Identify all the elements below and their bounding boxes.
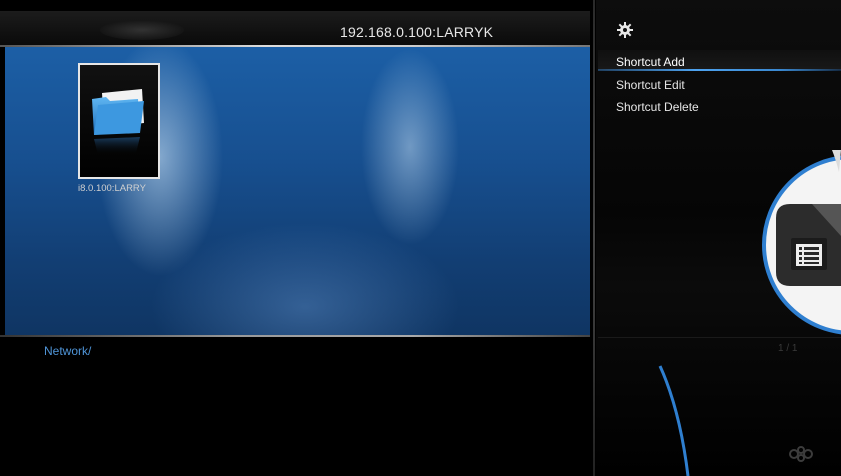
menu-selection-underline: [598, 69, 841, 71]
menu-item-shortcut-add[interactable]: Shortcut Add: [616, 55, 685, 69]
title-decoration: [100, 20, 184, 40]
menu-bottom-divider: [598, 337, 841, 338]
folder-tile[interactable]: [78, 63, 160, 179]
folder-icon: [92, 89, 144, 155]
path-label: Network/: [44, 344, 92, 358]
panel-divider: [0, 335, 590, 337]
gear-icon: [617, 22, 633, 38]
title-bar: [0, 11, 590, 45]
options-menu: [596, 0, 841, 476]
page-counter: 1 / 1: [778, 343, 798, 354]
page-title: 192.168.0.100:LARRYK: [340, 24, 494, 40]
remote-icon: [789, 446, 813, 462]
folder-label: i8.0.100:LARRY: [78, 183, 146, 194]
menu-item-shortcut-edit[interactable]: Shortcut Edit: [616, 78, 685, 92]
menu-item-shortcut-delete[interactable]: Shortcut Delete: [616, 100, 699, 114]
screen: 192.168.0.100:LARRYK i8.0.100:LARRY Netw…: [0, 0, 841, 476]
browse-area: 192.168.0.100:LARRYK i8.0.100:LARRY Netw…: [0, 0, 596, 476]
menu-divider: [593, 0, 595, 476]
